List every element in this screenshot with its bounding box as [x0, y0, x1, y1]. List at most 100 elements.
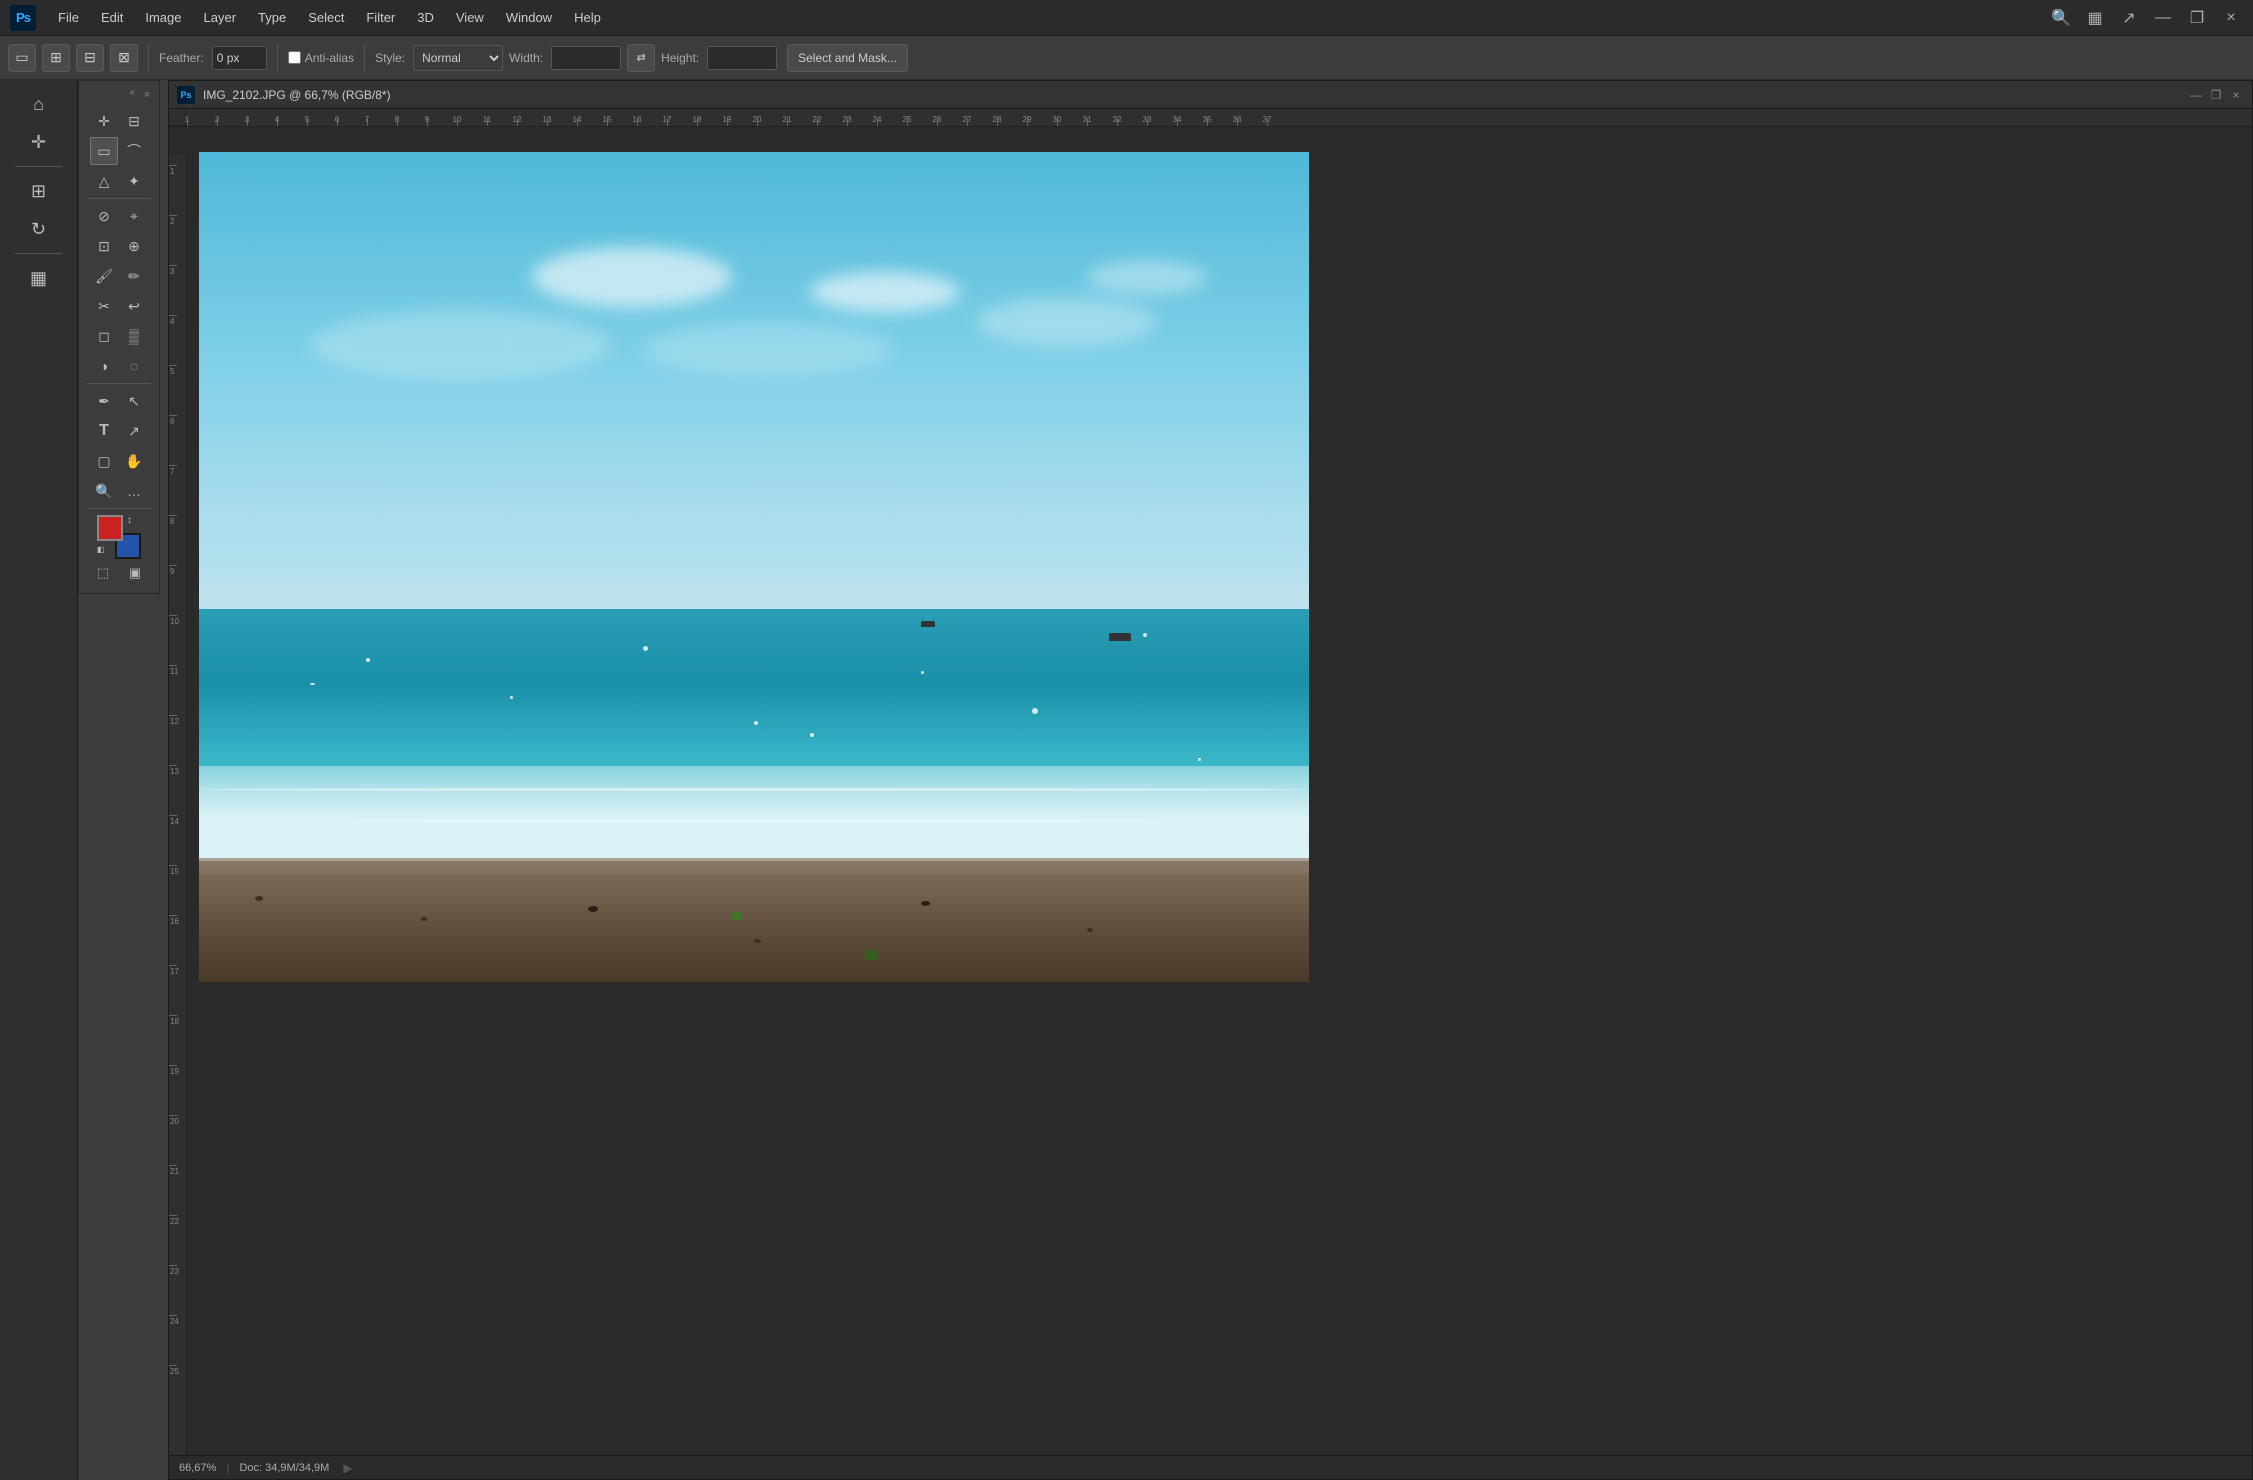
float-zoom-tool[interactable]: 🔍: [90, 477, 118, 505]
float-clone-tool[interactable]: ✂: [90, 292, 118, 320]
float-close-btn[interactable]: ×: [139, 87, 155, 103]
menu-view[interactable]: View: [446, 6, 494, 29]
artboard-v-icon[interactable]: ⊞: [21, 173, 57, 209]
float-dodge-tool[interactable]: ◑: [90, 352, 118, 380]
home-tool-icon[interactable]: ⌂: [21, 86, 57, 122]
float-poly-lasso-tool[interactable]: △: [90, 167, 118, 195]
float-crop-tool[interactable]: ⊡: [90, 232, 118, 260]
float-marquee-rect-tool[interactable]: ▭: [90, 137, 118, 165]
float-magic-wand-tool[interactable]: ✦: [120, 167, 148, 195]
separator-3: [364, 44, 365, 72]
float-heal-tool[interactable]: ⊕: [120, 232, 148, 260]
color-default-icon[interactable]: ◧: [97, 545, 111, 559]
float-gradient-tool[interactable]: ▒: [120, 322, 148, 350]
subtract-selection-btn[interactable]: ⊟: [76, 44, 104, 72]
new-selection-btn[interactable]: ▭: [8, 44, 36, 72]
float-blur-tool[interactable]: ◌: [120, 352, 148, 380]
float-pen-tool[interactable]: ✒: [90, 387, 118, 415]
search-icon[interactable]: 🔍: [2047, 4, 2075, 32]
style-select[interactable]: Normal Fixed Ratio Fixed Size: [413, 45, 503, 71]
layout-icon[interactable]: ▦: [2081, 4, 2109, 32]
float-eraser-tool[interactable]: ◻: [90, 322, 118, 350]
float-eyedropper-tool[interactable]: ⊘: [90, 202, 118, 230]
height-label: Height:: [661, 51, 699, 65]
ruler-v-icon[interactable]: ▦: [21, 260, 57, 296]
ruler-h-label: 8: [395, 115, 399, 124]
restore-btn[interactable]: ❐: [2183, 4, 2211, 32]
menu-help[interactable]: Help: [564, 6, 611, 29]
rotate-v-icon[interactable]: ↻: [21, 211, 57, 247]
doc-titlebar: Ps IMG_2102.JPG @ 66,7% (RGB/8*) — ❐ ×: [169, 81, 2252, 109]
menu-filter[interactable]: Filter: [356, 6, 405, 29]
float-extra-tool[interactable]: …: [120, 477, 148, 505]
float-pencil-tool[interactable]: ✏: [120, 262, 148, 290]
menu-3d[interactable]: 3D: [407, 6, 444, 29]
menu-select[interactable]: Select: [298, 6, 354, 29]
beach-scene: [199, 152, 1309, 982]
ruler-h-label: 33: [1143, 115, 1152, 124]
select-and-mask-btn[interactable]: Select and Mask...: [787, 44, 908, 72]
height-input[interactable]: [707, 46, 777, 70]
fg-color-swatch[interactable]: [97, 515, 123, 541]
float-artboard-tool[interactable]: ⊟: [120, 107, 148, 135]
menu-edit[interactable]: Edit: [91, 6, 133, 29]
doc-restore-btn[interactable]: ❐: [2208, 87, 2224, 103]
anti-alias-checkbox[interactable]: [288, 51, 301, 64]
float-patharrow-tool[interactable]: ↗: [120, 417, 148, 445]
float-row-lasso: △ ✦: [83, 167, 155, 195]
share-icon[interactable]: ↗: [2115, 4, 2143, 32]
screen-mode-icon[interactable]: ▣: [121, 563, 149, 583]
float-sampler-tool[interactable]: ⌖: [120, 202, 148, 230]
separator-2: [277, 44, 278, 72]
intersect-selection-btn[interactable]: ⊠: [110, 44, 138, 72]
float-collapse-btn[interactable]: «: [129, 87, 135, 103]
sand-layer: [199, 874, 1309, 982]
float-lasso-tool[interactable]: ⌒: [120, 137, 148, 165]
menu-window[interactable]: Window: [496, 6, 562, 29]
ruler-h-label: 36: [1233, 115, 1242, 124]
zoom-level: 66,67%: [179, 1462, 216, 1474]
color-switch-icon[interactable]: ↕: [127, 515, 141, 529]
status-bar: 66,67% | Doc: 34,9M/34,9M ▶: [169, 1455, 2252, 1479]
ruler-h-label: 17: [663, 115, 672, 124]
menu-type[interactable]: Type: [248, 6, 296, 29]
quick-mask-icon[interactable]: ⬚: [89, 563, 117, 583]
feather-input[interactable]: [212, 46, 267, 70]
float-move-tool[interactable]: ✛: [90, 107, 118, 135]
ruler-h-label: 1: [185, 115, 189, 124]
green-element-1: [732, 912, 742, 920]
boat-1: [1109, 633, 1131, 641]
float-tools-header: « ×: [83, 87, 155, 103]
float-histbrush-tool[interactable]: ↩: [120, 292, 148, 320]
minimize-btn[interactable]: —: [2149, 4, 2177, 32]
ruler-h-label: 12: [513, 115, 522, 124]
float-brush-tool[interactable]: 🖌: [90, 262, 118, 290]
ruler-h-label: 27: [963, 115, 972, 124]
float-row-dodge: ◑ ◌: [83, 352, 155, 380]
ruler-h-label: 9: [425, 115, 429, 124]
v-separator-1: [15, 166, 61, 167]
style-label: Style:: [375, 51, 405, 65]
width-input[interactable]: [551, 46, 621, 70]
canvas-content[interactable]: [169, 127, 2252, 1455]
menu-layer[interactable]: Layer: [194, 6, 247, 29]
doc-close-btn[interactable]: ×: [2228, 87, 2244, 103]
float-row-crop: ⊡ ⊕: [83, 232, 155, 260]
doc-minimize-btn[interactable]: —: [2188, 87, 2204, 103]
mode-icons: ⬚ ▣: [83, 563, 155, 583]
menu-file[interactable]: File: [48, 6, 89, 29]
float-rectshape-tool[interactable]: ▢: [90, 447, 118, 475]
move-v-icon[interactable]: ✛: [21, 124, 57, 160]
swap-dimensions-btn[interactable]: ⇄: [627, 44, 655, 72]
float-text-tool[interactable]: T: [90, 417, 118, 445]
float-row-zoom: 🔍 …: [83, 477, 155, 505]
add-selection-btn[interactable]: ⊞: [42, 44, 70, 72]
ruler-h-label: 4: [275, 115, 279, 124]
float-hand-tool[interactable]: ✋: [120, 447, 148, 475]
ruler-h-label: 14: [573, 115, 582, 124]
beach-image: [199, 152, 1309, 982]
menu-image[interactable]: Image: [135, 6, 191, 29]
float-pathsel-tool[interactable]: ↖: [120, 387, 148, 415]
ps-logo: Ps: [8, 3, 38, 33]
close-btn[interactable]: ×: [2217, 4, 2245, 32]
